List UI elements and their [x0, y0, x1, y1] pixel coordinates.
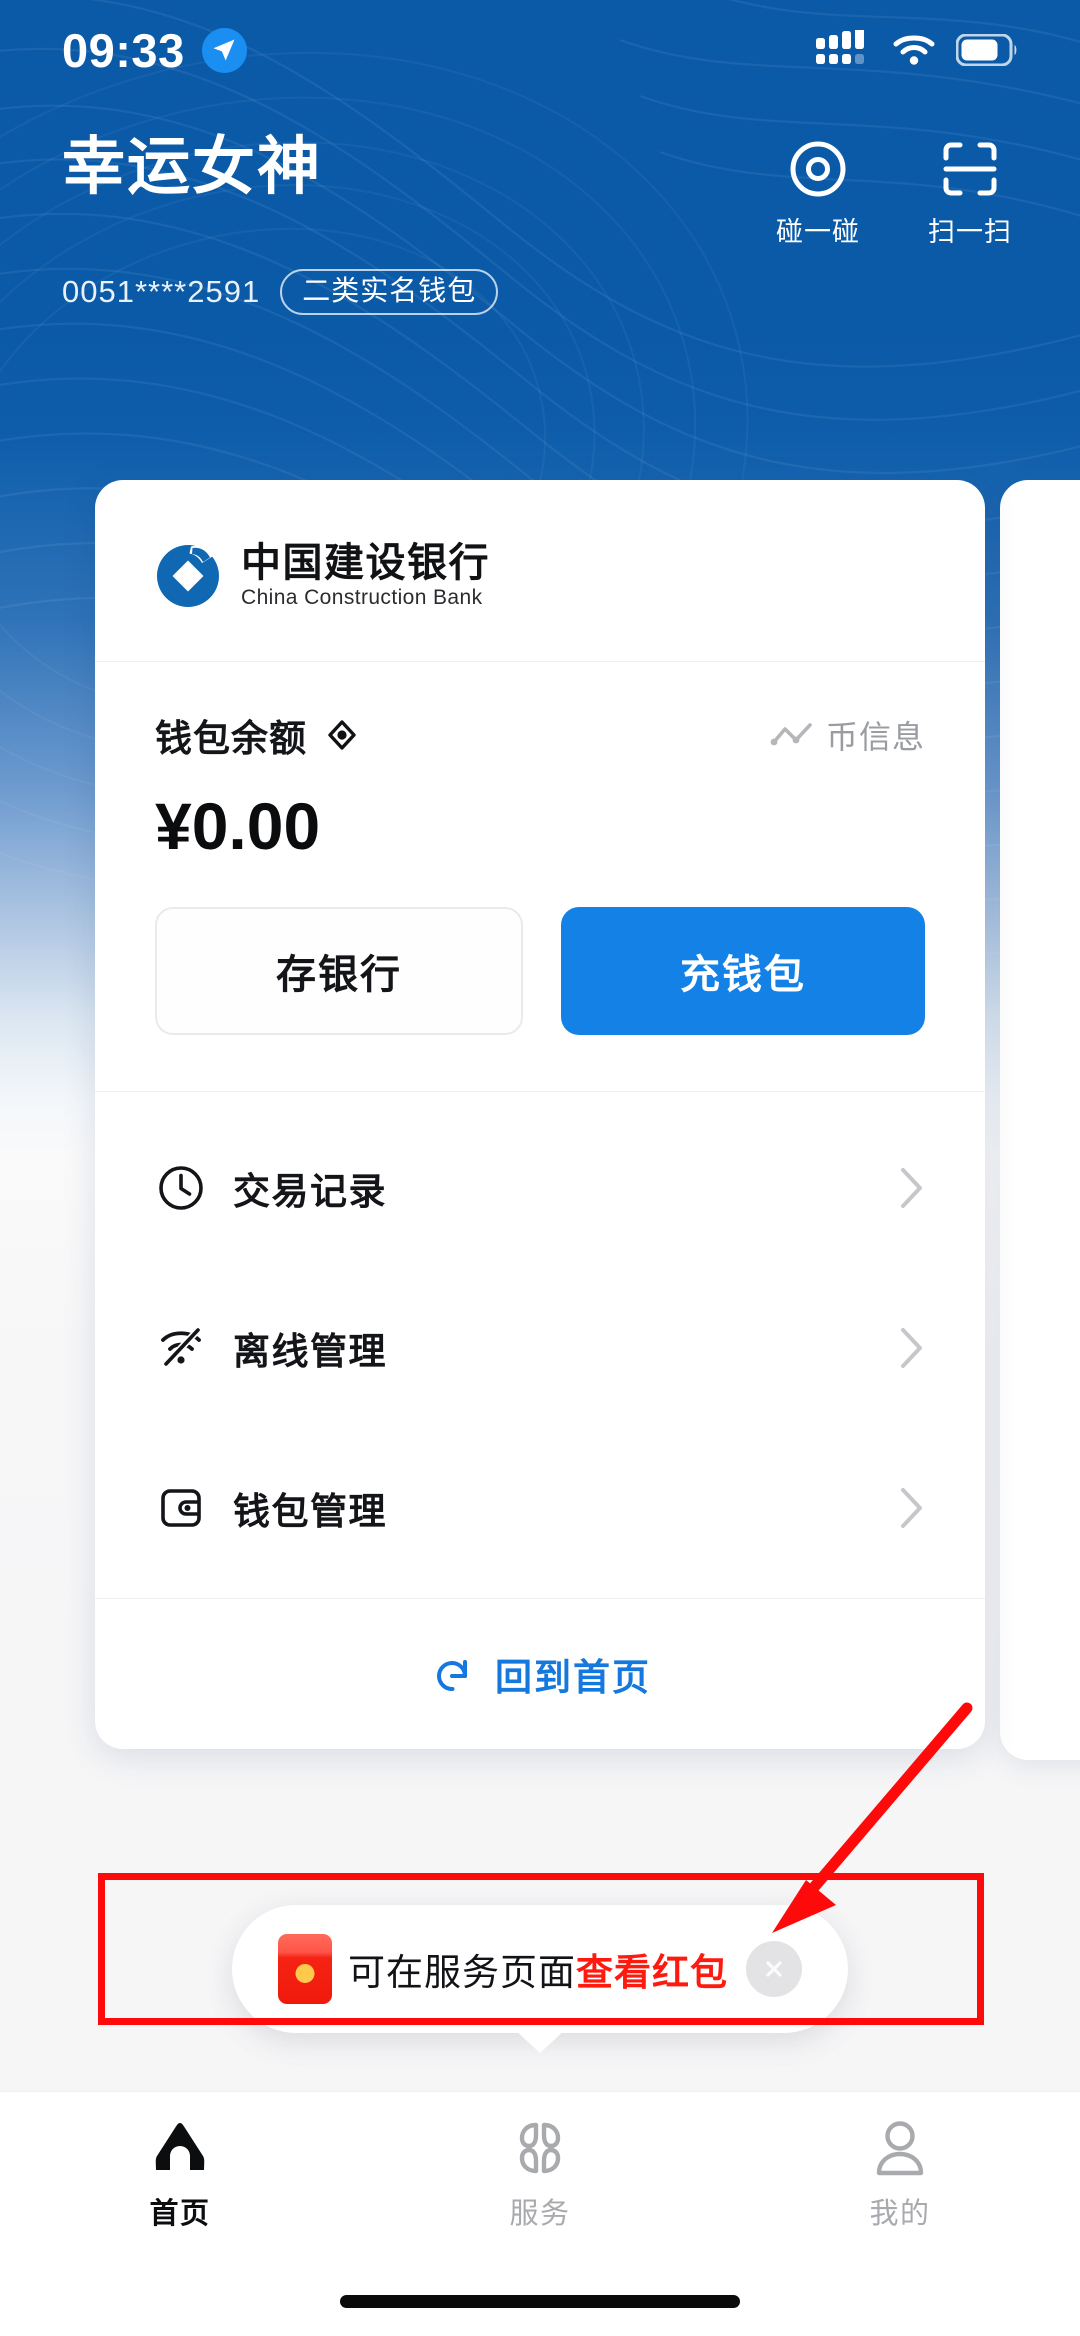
red-envelope-icon	[278, 1934, 332, 2004]
scan-qr-label: 扫一扫	[928, 217, 1012, 247]
toast-close-button[interactable]	[746, 1941, 802, 1997]
chevron-right-icon	[901, 1168, 922, 1209]
chevron-right-icon	[901, 1488, 922, 1529]
user-name: 幸运女神	[62, 132, 322, 202]
account-summary: 0051****2591 二类实名钱包	[0, 269, 1080, 315]
balance-label-group[interactable]: 钱包余额	[155, 708, 361, 762]
eye-toggle-icon[interactable]	[323, 716, 361, 754]
deposit-to-bank-button[interactable]: 存银行	[155, 907, 523, 1036]
nav-item-home[interactable]: 首页	[0, 2116, 360, 2232]
nav-item-services[interactable]: 服务	[360, 2116, 720, 2232]
cellular-signal-icon	[816, 30, 864, 64]
status-bar-right	[816, 30, 1018, 70]
balance-label: 钱包余额	[155, 718, 307, 760]
bank-name-en: China Construction Bank	[241, 586, 483, 609]
refresh-return-icon	[437, 1660, 467, 1692]
scan-qr-button[interactable]: 扫一扫	[922, 138, 1018, 249]
nav-item-services-label: 服务	[509, 2198, 571, 2230]
account-number: 0051****2591	[62, 274, 261, 309]
nfc-tap-button[interactable]: 碰一碰	[770, 138, 866, 249]
close-x-icon	[766, 1961, 782, 1977]
balance-section: 钱包余额 币信息 ¥0.00	[95, 662, 985, 861]
bank-name-cn: 中国建设银行	[241, 541, 490, 585]
location-arrow-icon	[201, 27, 247, 73]
menu-item-offline-label: 离线管理	[233, 1331, 387, 1373]
toast-message-highlight: 查看红包	[576, 1952, 728, 1993]
status-time: 09:33	[62, 23, 185, 77]
wallet-actions: 存银行 充钱包	[95, 861, 985, 1091]
scan-qr-icon	[943, 142, 997, 196]
home-icon	[149, 2116, 211, 2178]
wallet-icon	[155, 1482, 207, 1534]
bank-name-block: 中国建设银行 China Construction Bank	[241, 542, 490, 609]
header-actions: 碰一碰 扫一扫	[770, 130, 1018, 249]
header-top-row: 幸运女神 碰一碰 扫一扫	[0, 130, 1080, 249]
coin-info-label: 币信息	[825, 719, 925, 756]
home-indicator	[340, 2295, 740, 2308]
page-header: 幸运女神 碰一碰 扫一扫 0051****2591 二类实名钱包	[0, 130, 1080, 315]
return-home-button[interactable]: 回到首页	[95, 1599, 985, 1749]
status-bar-left: 09:33	[62, 27, 247, 74]
nfc-tap-label: 碰一碰	[776, 217, 860, 247]
coin-info-button[interactable]: 币信息	[770, 712, 925, 758]
toast-container: 可在服务页面查看红包	[0, 1905, 1080, 2053]
balance-header-row: 钱包余额 币信息	[155, 708, 925, 762]
toast-message-normal: 可在服务页面	[348, 1952, 576, 1993]
menu-item-wallet-manage[interactable]: 钱包管理	[155, 1428, 925, 1588]
person-profile-icon	[869, 2116, 931, 2178]
phone-screen: 09:33 幸运女神 碰一碰 扫一扫 0051****2591 二类实名钱包 中…	[0, 0, 1080, 2336]
account-type-badge: 二类实名钱包	[280, 269, 499, 315]
toast-content: 可在服务页面查看红包	[278, 1934, 728, 2004]
toast-message: 可在服务页面查看红包	[348, 1942, 728, 1996]
nav-item-profile[interactable]: 我的	[720, 2116, 1080, 2232]
recharge-wallet-button[interactable]: 充钱包	[561, 907, 925, 1036]
menu-item-offline[interactable]: 离线管理	[155, 1268, 925, 1428]
bank-identity: 中国建设银行 China Construction Bank	[95, 480, 985, 661]
balance-amount: ¥0.00	[155, 789, 321, 864]
ccb-logo-icon	[157, 544, 219, 607]
battery-icon	[956, 34, 1017, 66]
menu-item-transactions[interactable]: 交易记录	[155, 1108, 925, 1268]
wallet-menu-list: 交易记录 离线管理 钱包管理	[95, 1092, 985, 1598]
toast-tail-pointer	[514, 2029, 566, 2053]
next-wallet-card-peek[interactable]	[1000, 480, 1080, 1760]
menu-item-transactions-label: 交易记录	[233, 1171, 387, 1213]
chevron-right-icon	[901, 1328, 922, 1369]
red-envelope-toast[interactable]: 可在服务页面查看红包	[232, 1905, 848, 2053]
nav-item-profile-label: 我的	[869, 2198, 931, 2230]
wallet-card: 中国建设银行 China Construction Bank 钱包余额 币信息 …	[95, 480, 985, 1750]
menu-item-wallet-manage-label: 钱包管理	[233, 1491, 387, 1533]
trend-chart-icon	[770, 723, 812, 746]
wifi-off-icon	[155, 1322, 207, 1374]
clock-history-icon	[155, 1162, 207, 1214]
grid-services-icon	[509, 2116, 571, 2178]
wifi-icon	[893, 35, 935, 65]
nav-item-home-label: 首页	[149, 2198, 211, 2230]
nfc-tap-icon	[790, 141, 846, 197]
return-home-label: 回到首页	[495, 1657, 651, 1699]
status-bar: 09:33	[0, 0, 1080, 100]
